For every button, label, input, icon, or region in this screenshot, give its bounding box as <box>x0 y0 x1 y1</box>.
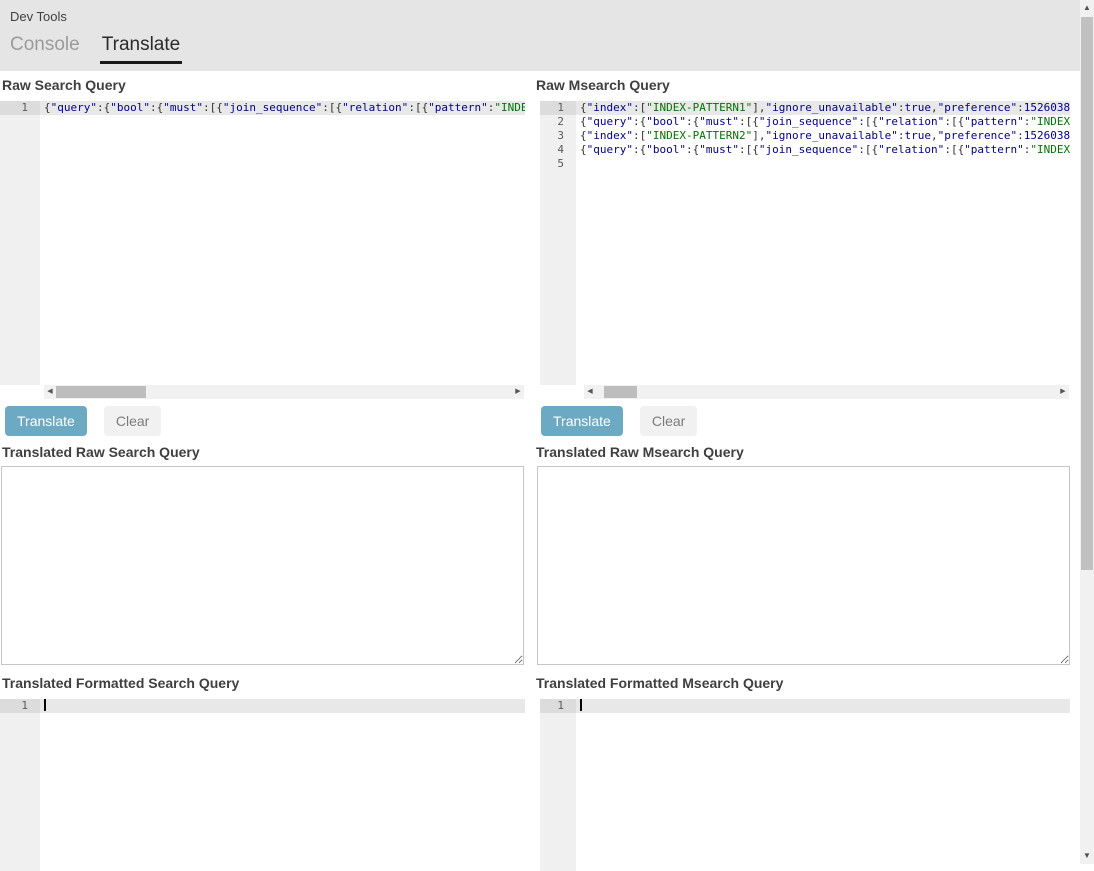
translate-search-button[interactable]: Translate <box>5 406 87 436</box>
translated-raw-search-textarea[interactable] <box>1 466 524 665</box>
translated-raw-msearch-heading: Translated Raw Msearch Query <box>536 444 1070 461</box>
scroll-up-icon[interactable]: ▲ <box>1080 0 1094 16</box>
line-number: 1 <box>540 699 576 713</box>
editor-code[interactable] <box>40 699 525 871</box>
translated-formatted-search-heading: Translated Formatted Search Query <box>2 675 525 692</box>
raw-search-editor[interactable]: 1 {"query":{"bool":{"must":[{"join_seque… <box>0 101 525 399</box>
line-number: 4 <box>540 143 576 157</box>
editor-gutter: 1 <box>0 699 40 871</box>
text-cursor <box>44 699 46 711</box>
formatted-search-editor[interactable]: 1 <box>0 699 525 871</box>
scrollbar-thumb[interactable] <box>604 386 637 398</box>
horizontal-scrollbar: ◀ ▶ <box>584 385 1069 399</box>
scrollbar-thumb[interactable] <box>56 386 146 398</box>
scroll-down-icon[interactable]: ▼ <box>1080 848 1094 864</box>
line-number: 3 <box>540 129 576 143</box>
editor-code[interactable] <box>576 699 1070 871</box>
translate-msearch-button[interactable]: Translate <box>541 406 623 436</box>
tab-translate[interactable]: Translate <box>100 34 183 64</box>
search-column: Raw Search Query 1 {"query":{"bool":{"mu… <box>0 77 525 871</box>
line-number: 1 <box>0 699 40 713</box>
scroll-right-icon[interactable]: ▶ <box>512 385 524 399</box>
scroll-left-icon[interactable]: ◀ <box>584 385 596 399</box>
search-actions: Translate Clear <box>5 406 525 436</box>
code-line[interactable]: {"index":["INDEX-PATTERN1"],"ignore_unav… <box>576 101 1070 115</box>
code-line[interactable]: {"query":{"bool":{"must":[{"join_sequenc… <box>580 143 1070 157</box>
line-number: 5 <box>540 157 576 171</box>
editor-gutter: 1 <box>540 699 576 871</box>
main-columns: Raw Search Query 1 {"query":{"bool":{"mu… <box>0 77 1080 871</box>
editor-code[interactable]: {"index":["INDEX-PATTERN1"],"ignore_unav… <box>576 101 1070 385</box>
header: Dev Tools Console Translate <box>0 0 1080 71</box>
line-number: 1 <box>0 101 40 115</box>
editor-gutter: 1 <box>0 101 40 385</box>
code-line[interactable] <box>40 699 525 713</box>
scrollbar-track[interactable] <box>596 385 1057 399</box>
scroll-right-icon[interactable]: ▶ <box>1057 385 1069 399</box>
horizontal-scrollbar: ◀ ▶ <box>44 385 524 399</box>
formatted-msearch-editor[interactable]: 1 <box>540 699 1070 871</box>
code-line[interactable] <box>576 699 1070 713</box>
editor-code[interactable]: {"query":{"bool":{"must":[{"join_sequenc… <box>40 101 525 385</box>
raw-search-query-heading: Raw Search Query <box>2 77 525 94</box>
clear-msearch-button[interactable]: Clear <box>640 406 697 436</box>
page-content: Dev Tools Console Translate Raw Search Q… <box>0 0 1080 871</box>
line-number: 1 <box>540 101 576 115</box>
app-title: Dev Tools <box>10 9 1080 24</box>
scrollbar-track[interactable] <box>56 385 512 399</box>
code-line[interactable]: {"query":{"bool":{"must":[{"join_sequenc… <box>40 101 525 115</box>
tab-console[interactable]: Console <box>8 34 82 64</box>
translated-raw-search-heading: Translated Raw Search Query <box>2 444 525 461</box>
clear-search-button[interactable]: Clear <box>104 406 161 436</box>
raw-msearch-query-heading: Raw Msearch Query <box>536 77 1070 94</box>
editor-gutter: 12345 <box>540 101 576 385</box>
scroll-left-icon[interactable]: ◀ <box>44 385 56 399</box>
code-line[interactable] <box>580 157 1070 171</box>
vertical-scrollbar: ▲ ▼ <box>1080 0 1094 864</box>
msearch-column: Raw Msearch Query 12345 {"index":["INDEX… <box>536 77 1070 871</box>
vertical-scrollbar-thumb[interactable] <box>1081 17 1093 570</box>
text-cursor <box>580 699 582 711</box>
tab-bar: Console Translate <box>8 34 1080 64</box>
line-number: 2 <box>540 115 576 129</box>
translated-raw-msearch-textarea[interactable] <box>537 466 1070 665</box>
msearch-actions: Translate Clear <box>541 406 1070 436</box>
code-line[interactable]: {"index":["INDEX-PATTERN2"],"ignore_unav… <box>580 129 1070 143</box>
code-line[interactable]: {"query":{"bool":{"must":[{"join_sequenc… <box>580 115 1070 129</box>
raw-msearch-editor[interactable]: 12345 {"index":["INDEX-PATTERN1"],"ignor… <box>540 101 1070 399</box>
translated-formatted-msearch-heading: Translated Formatted Msearch Query <box>536 675 1070 692</box>
